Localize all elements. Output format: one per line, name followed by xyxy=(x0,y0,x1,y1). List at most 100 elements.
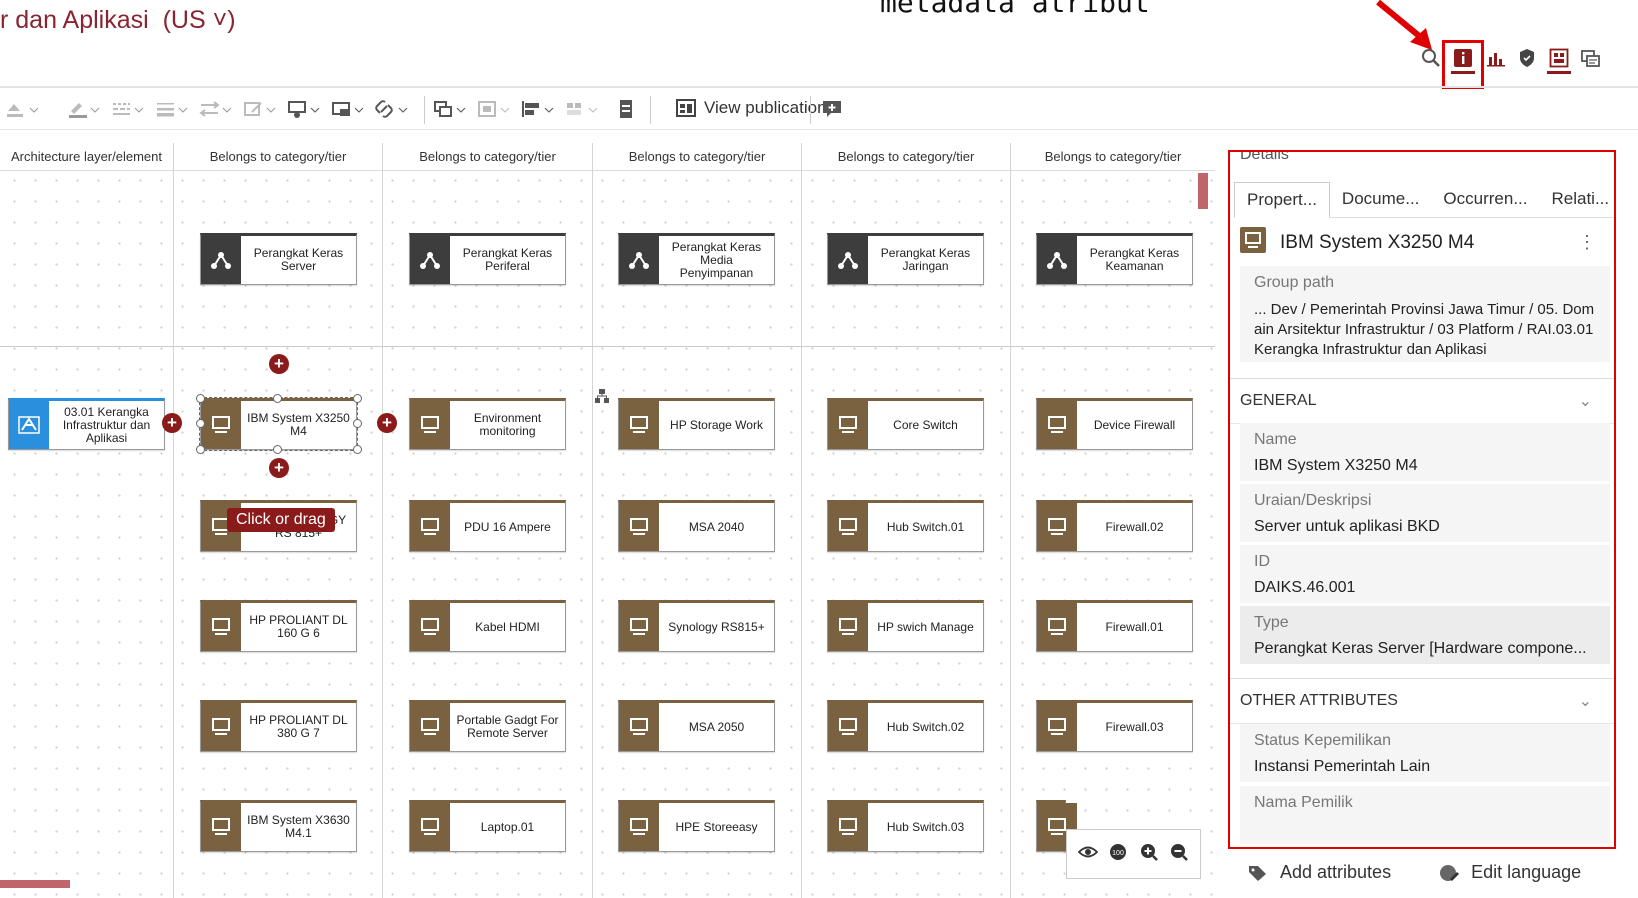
language-selector[interactable]: (US ˅) xyxy=(163,6,236,34)
add-connection-button[interactable]: + xyxy=(269,458,289,478)
arrange-icon[interactable] xyxy=(432,98,466,120)
line-style-icon[interactable] xyxy=(110,98,144,120)
hardware-node[interactable]: HP PROLIANT DL 160 G 6 xyxy=(200,600,357,652)
hardware-node[interactable]: HP PROLIANT DL 380 G 7 xyxy=(200,700,357,752)
computer-icon xyxy=(410,603,450,651)
hardware-node[interactable]: Hub Switch.02 xyxy=(827,700,984,752)
hardware-label: Portable Gadgt For Remote Server xyxy=(456,713,559,740)
hardware-node[interactable]: Core Switch xyxy=(827,398,984,450)
globe-edit-icon xyxy=(1440,864,1460,881)
hardware-node[interactable]: Laptop.01 xyxy=(409,800,566,852)
add-connection-button[interactable]: + xyxy=(162,413,182,433)
align-left-icon[interactable] xyxy=(520,98,554,120)
zoom-100-icon[interactable]: 100 xyxy=(1108,842,1128,867)
category-node[interactable]: Perangkat Keras Server xyxy=(200,233,357,285)
chevron-down-icon: ⌄ xyxy=(1578,693,1592,710)
hardware-node[interactable] xyxy=(1036,800,1077,852)
category-node[interactable]: Perangkat Keras Media Penyimpanan xyxy=(618,233,775,285)
hardware-node[interactable]: Firewall.03 xyxy=(1036,700,1193,752)
shape-icon[interactable] xyxy=(330,98,364,120)
fill-color-icon[interactable] xyxy=(4,98,38,120)
hardware-label: Hub Switch.03 xyxy=(886,819,965,834)
description-field[interactable]: Uraian/Deskripsi Server untuk aplikasi BK… xyxy=(1240,484,1610,542)
hierarchy-icon[interactable] xyxy=(595,389,609,403)
category-label: Perangkat Keras Periferal xyxy=(462,246,553,273)
horizontal-scrollbar[interactable] xyxy=(0,880,70,888)
vertical-scrollbar[interactable] xyxy=(1198,173,1208,209)
architecture-label: 03.01 Kerangka Infrastruktur dan Aplikas… xyxy=(62,404,151,445)
connector-icon[interactable] xyxy=(198,98,232,120)
zoom-in-icon[interactable] xyxy=(1139,842,1159,867)
add-connection-button[interactable]: + xyxy=(269,354,289,374)
line-color-icon[interactable] xyxy=(66,98,100,120)
hardware-node[interactable]: Environment monitoring xyxy=(409,398,566,450)
hardware-node[interactable]: Hub Switch.01 xyxy=(827,500,984,552)
diagram-canvas[interactable]: Architecture layer/element Belongs to ca… xyxy=(0,143,1215,898)
edit-shape-icon[interactable] xyxy=(242,98,276,120)
category-label: Perangkat Keras Jaringan xyxy=(880,246,971,273)
hardware-node[interactable]: MSA 2040 xyxy=(618,500,775,552)
id-field[interactable]: ID DAIKS.46.001 xyxy=(1240,545,1610,603)
tab-properties[interactable]: Propert... xyxy=(1234,182,1330,218)
hardware-node[interactable]: HPE Storeeasy xyxy=(618,800,775,852)
category-node[interactable]: Perangkat Keras Periferal xyxy=(409,233,566,285)
details-tabs: Propert... Docume... Occurren... Relati.… xyxy=(1234,182,1614,218)
tag-icon xyxy=(1249,865,1266,881)
link-icon[interactable] xyxy=(374,98,408,120)
hardware-node[interactable]: Hub Switch.03 xyxy=(827,800,984,852)
general-section-header[interactable]: GENERAL ⌄ xyxy=(1230,378,1614,424)
hardware-label: Firewall.03 xyxy=(1105,719,1164,734)
hardware-node[interactable]: Firewall.02 xyxy=(1036,500,1193,552)
hardware-node[interactable]: MSA 2050 xyxy=(618,700,775,752)
hardware-label: MSA 2040 xyxy=(688,519,745,534)
edit-language-button[interactable]: Edit language xyxy=(1439,862,1581,883)
hardware-node[interactable]: IBM System X3630 M4.1 xyxy=(200,800,357,852)
view-publication-button[interactable]: View publication xyxy=(676,98,827,118)
category-node[interactable]: Perangkat Keras Keamanan xyxy=(1036,233,1193,285)
add-connection-button[interactable]: + xyxy=(377,413,397,433)
hardware-node[interactable]: Firewall.01 xyxy=(1036,600,1193,652)
category-icon xyxy=(201,236,241,284)
zoom-out-icon[interactable] xyxy=(1169,842,1189,867)
add-attributes-button[interactable]: Add attributes xyxy=(1248,862,1391,883)
tab-documents[interactable]: Docume... xyxy=(1330,182,1431,218)
layout-icon[interactable] xyxy=(1548,47,1570,69)
chart-icon[interactable] xyxy=(1485,47,1507,69)
eye-icon[interactable] xyxy=(1077,845,1099,864)
tab-occurrences[interactable]: Occurren... xyxy=(1431,182,1539,218)
hardware-label: Firewall.02 xyxy=(1105,519,1164,534)
group-icon[interactable] xyxy=(286,98,320,120)
hardware-node[interactable]: Device Firewall xyxy=(1036,398,1193,450)
hardware-node[interactable]: IBM System X3250 M4 xyxy=(199,397,358,451)
architecture-node[interactable]: 03.01 Kerangka Infrastruktur dan Aplikas… xyxy=(8,398,165,450)
other-attributes-section-header[interactable]: OTHER ATTRIBUTES ⌄ xyxy=(1230,678,1614,724)
owner-name-field[interactable]: Nama Pemilik xyxy=(1240,786,1610,844)
hardware-node[interactable]: Portable Gadgt For Remote Server xyxy=(409,700,566,752)
shield-icon[interactable] xyxy=(1516,47,1538,69)
tab-relations[interactable]: Relati... xyxy=(1540,182,1615,218)
hardware-node[interactable]: PDU 16 Ampere xyxy=(409,500,566,552)
ownership-status-field[interactable]: Status Kepemilikan Instansi Pemerintah La… xyxy=(1240,724,1610,782)
type-field[interactable]: Type Perangkat Keras Server [Hardware com… xyxy=(1240,606,1610,664)
hardware-node[interactable]: Kabel HDMI xyxy=(409,600,566,652)
computer-icon xyxy=(828,703,868,751)
category-node[interactable]: Perangkat Keras Jaringan xyxy=(827,233,984,285)
hardware-node[interactable]: HP swich Manage xyxy=(827,600,984,652)
column-header: Belongs to category/tier xyxy=(1011,143,1215,171)
more-options-icon[interactable]: ⋮ xyxy=(1578,232,1596,253)
name-field[interactable]: Name IBM System X3250 M4 xyxy=(1240,423,1610,481)
hardware-node[interactable]: HP Storage Work xyxy=(618,398,775,450)
hardware-label: Laptop.01 xyxy=(480,819,535,834)
hardware-label: MSA 2050 xyxy=(688,719,745,734)
line-weight-icon[interactable] xyxy=(154,98,188,120)
category-icon xyxy=(828,236,868,284)
hardware-node[interactable]: Synology RS815+ xyxy=(618,600,775,652)
group-path-value: ... Dev / Pemerintah Provinsi Jawa Timur… xyxy=(1254,301,1595,358)
computer-icon xyxy=(828,803,868,851)
distribute-icon[interactable] xyxy=(564,98,598,120)
align-disabled-icon[interactable] xyxy=(476,98,510,120)
window-icon[interactable] xyxy=(1580,47,1602,69)
comment-add-icon[interactable] xyxy=(822,98,844,120)
page-layout-icon[interactable] xyxy=(616,98,636,120)
search-icon[interactable] xyxy=(1420,47,1442,69)
